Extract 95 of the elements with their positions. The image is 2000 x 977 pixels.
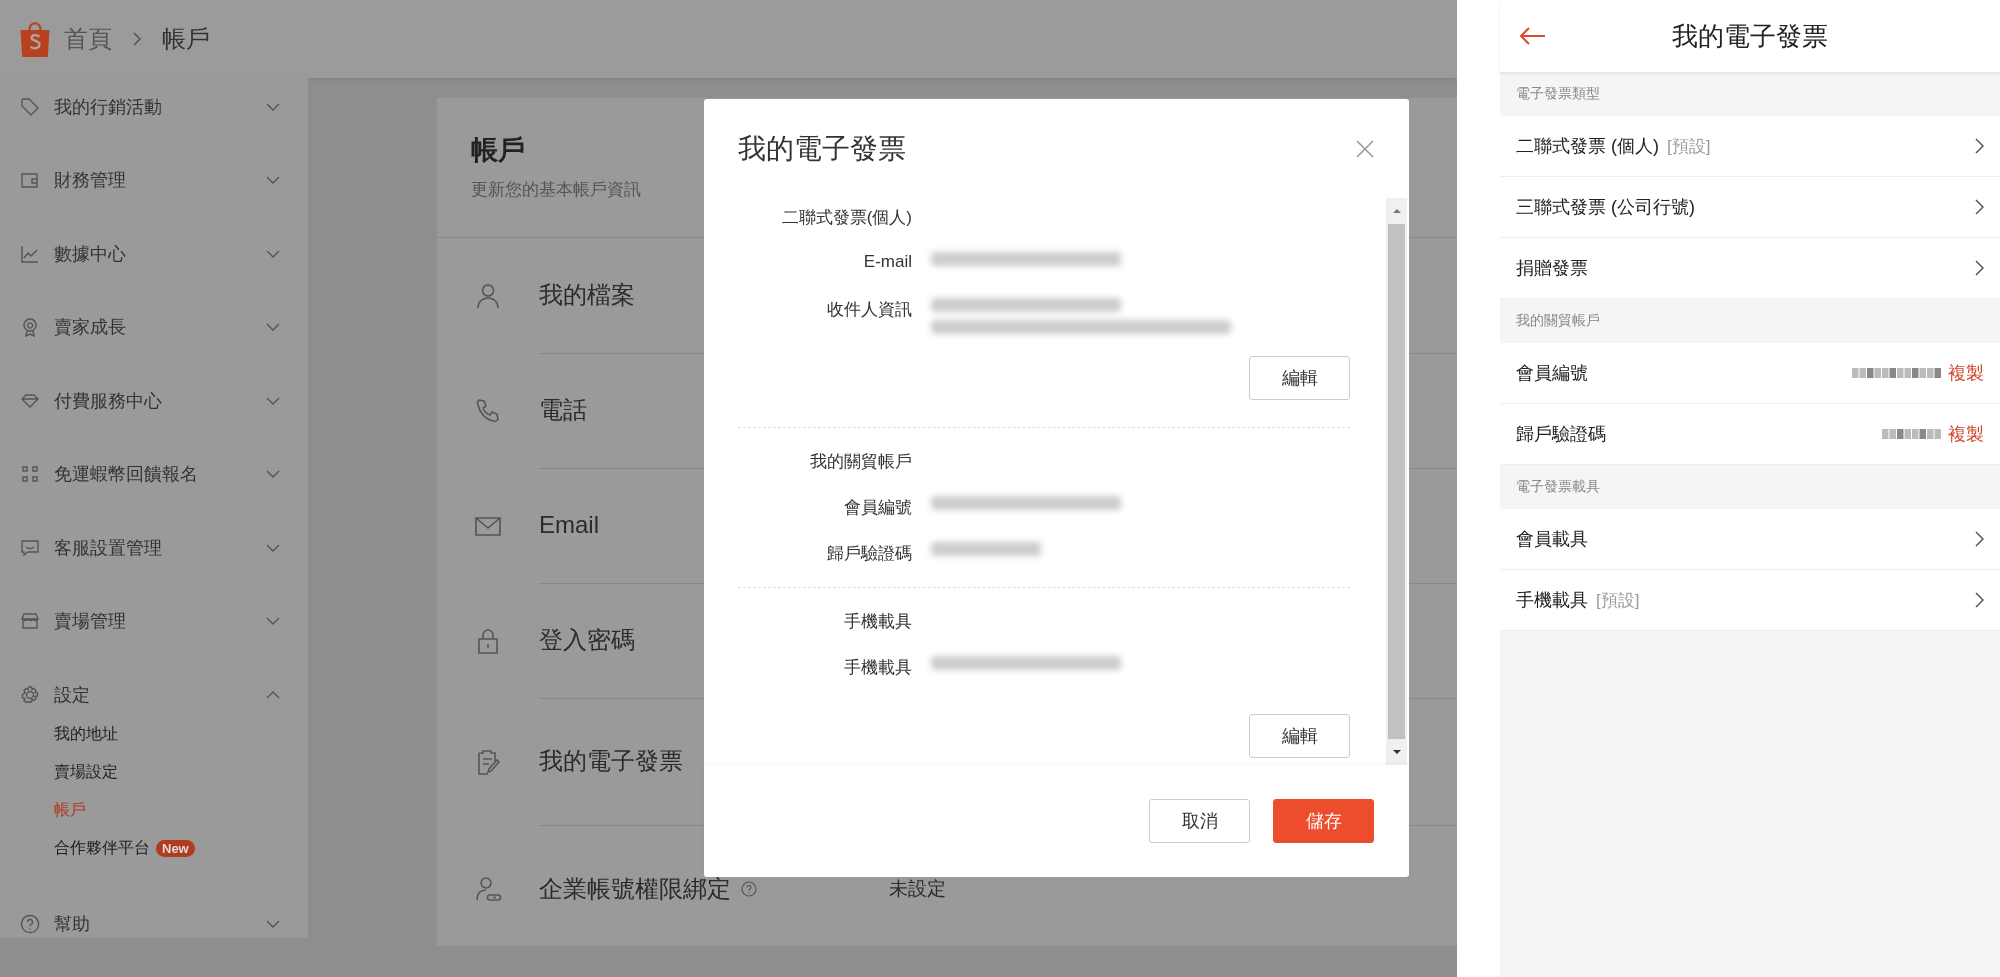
section-heading: 二聯式發票(個人)	[780, 207, 912, 229]
wallet-icon	[20, 170, 40, 191]
field-label: 會員編號	[843, 497, 912, 519]
gear-icon	[20, 684, 40, 705]
card-title: 帳戶	[471, 134, 525, 167]
list-row[interactable]: 手機載具 [預設]	[1500, 570, 2000, 631]
section-heading: 電子發票載具	[1516, 478, 1600, 496]
caret-icon	[266, 176, 280, 185]
breadcrumb-current: 帳戶	[162, 24, 210, 54]
caret-icon	[266, 102, 280, 111]
field-label: E-mail	[862, 251, 912, 272]
sidebar-item[interactable]: 賣家成長	[0, 290, 308, 364]
row-label: 捐贈發票	[1516, 257, 1588, 280]
chevron-right-icon	[1974, 530, 1984, 548]
field-label: 手機載具	[843, 657, 912, 679]
breadcrumb-link[interactable]: 首頁	[64, 23, 112, 55]
chat-icon	[20, 537, 40, 558]
caret-icon	[266, 249, 280, 258]
row-label[interactable]: 我的電子發票	[539, 745, 683, 777]
scroll-down-icon[interactable]	[1391, 749, 1402, 755]
row-label[interactable]: Email	[539, 511, 599, 539]
caret-icon	[266, 323, 280, 332]
row-label: 三聯式發票 (公司行號)	[1516, 196, 1695, 219]
section-heading: 我的關貿帳戶	[809, 451, 912, 473]
row-label[interactable]: 電話	[539, 394, 587, 426]
screen-title: 我的電子發票	[1672, 19, 1828, 53]
list-row[interactable]: 二聯式發票 (個人) [預設]	[1500, 116, 2000, 177]
row-label: 會員編號	[1516, 362, 1588, 385]
chevron-right-icon	[1974, 259, 1984, 277]
caret-icon	[266, 396, 280, 405]
chevron-right-icon	[1974, 591, 1984, 609]
person-icon	[474, 281, 502, 310]
section-heading: 電子發票類型	[1516, 85, 1600, 103]
chevron-right-icon	[1974, 137, 1984, 155]
help-icon[interactable]	[741, 880, 757, 897]
field-label: 歸戶驗證碼	[826, 543, 912, 565]
sidebar-item[interactable]: 數據中心	[0, 217, 308, 291]
row-label: 會員載具	[1516, 528, 1588, 551]
back-arrow-icon[interactable]	[1518, 26, 1546, 46]
shop-bag-logo[interactable]	[18, 20, 52, 58]
sidebar-item[interactable]: 免運蝦幣回饋報名	[0, 437, 308, 511]
person-link-icon	[474, 874, 502, 903]
section-heading: 我的關貿帳戶	[1516, 312, 1600, 330]
caret-icon	[266, 617, 280, 626]
pixelated-value	[1882, 428, 1942, 440]
list-row[interactable]: 會員編號 複製	[1500, 343, 2000, 404]
scrollbar[interactable]	[1386, 198, 1407, 765]
phone-icon	[474, 396, 502, 425]
caret-icon	[266, 470, 280, 479]
submenu-item[interactable]: 我的地址	[54, 724, 118, 745]
tag-icon	[20, 96, 40, 117]
copy-link[interactable]: 複製	[1948, 422, 1984, 446]
sidebar-item[interactable]: 客服設置管理	[0, 511, 308, 585]
edit-button[interactable]: 編輯	[1249, 356, 1350, 400]
section-heading: 手機載具	[843, 611, 912, 633]
submenu-item[interactable]: 合作夥伴平台	[54, 838, 150, 859]
dialog-title: 我的電子發票	[738, 131, 906, 166]
frame-icon	[20, 464, 40, 485]
caret-icon	[266, 543, 280, 552]
store-icon	[20, 611, 40, 632]
default-tag: [預設]	[1667, 134, 1711, 158]
list-row[interactable]: 會員載具	[1500, 509, 2000, 570]
list-row[interactable]: 捐贈發票	[1500, 238, 2000, 299]
badge-icon	[20, 317, 40, 338]
row-label: 二聯式發票 (個人)	[1516, 135, 1659, 158]
field-label: 收件人資訊	[826, 299, 912, 321]
chevron-right-icon	[1974, 198, 1984, 216]
row-label[interactable]: 我的檔案	[539, 279, 635, 311]
card-subtitle: 更新您的基本帳戶資訊	[471, 179, 641, 201]
sidebar-item[interactable]: 財務管理	[0, 143, 308, 217]
edit-button[interactable]: 編輯	[1249, 714, 1350, 758]
caret-icon	[266, 690, 280, 699]
sidebar-item[interactable]: 幫助	[0, 887, 308, 961]
close-icon[interactable]	[1355, 138, 1375, 159]
row-value: 未設定	[889, 876, 946, 901]
row-label: 歸戶驗證碼	[1516, 423, 1606, 446]
sidebar-item[interactable]: 付費服務中心	[0, 364, 308, 438]
cancel-button[interactable]: 取消	[1149, 799, 1250, 843]
sidebar-item[interactable]: 賣場管理	[0, 584, 308, 658]
default-tag: [預設]	[1596, 588, 1640, 612]
list-row[interactable]: 三聯式發票 (公司行號)	[1500, 177, 2000, 238]
chart-icon	[20, 243, 40, 264]
row-label: 手機載具	[1516, 589, 1588, 612]
copy-link[interactable]: 複製	[1948, 361, 1984, 385]
list-row[interactable]: 歸戶驗證碼 複製	[1500, 404, 2000, 465]
chevron-right-icon	[132, 31, 142, 47]
help-icon	[20, 914, 40, 935]
save-button[interactable]: 儲存	[1273, 799, 1374, 843]
sidebar-item[interactable]: 我的行銷活動	[0, 70, 308, 144]
caret-icon	[266, 920, 280, 929]
new-badge: New	[156, 840, 195, 857]
row-label[interactable]: 登入密碼	[539, 624, 635, 656]
row-label[interactable]: 企業帳號權限綁定	[539, 872, 731, 905]
submenu-item[interactable]: 賣場設定	[54, 762, 118, 783]
scroll-up-icon[interactable]	[1391, 208, 1402, 214]
